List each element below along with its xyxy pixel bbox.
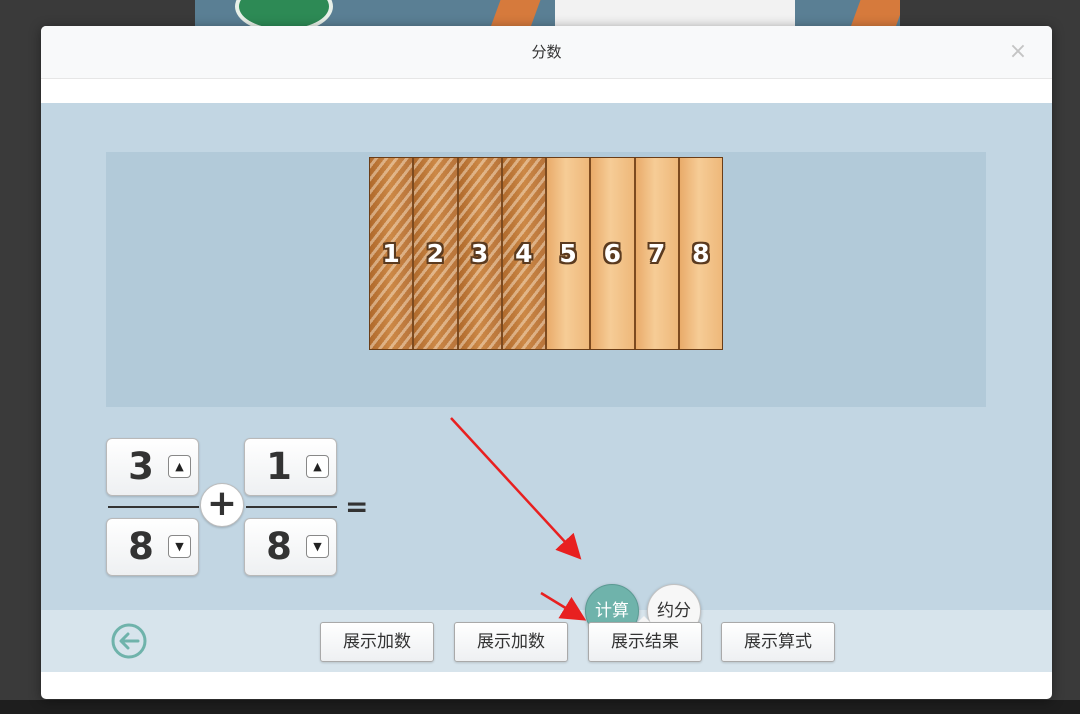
arrow-to-calculate (450, 417, 582, 560)
annotation-arrows (450, 417, 587, 621)
arrow-to-show-result (540, 591, 587, 621)
